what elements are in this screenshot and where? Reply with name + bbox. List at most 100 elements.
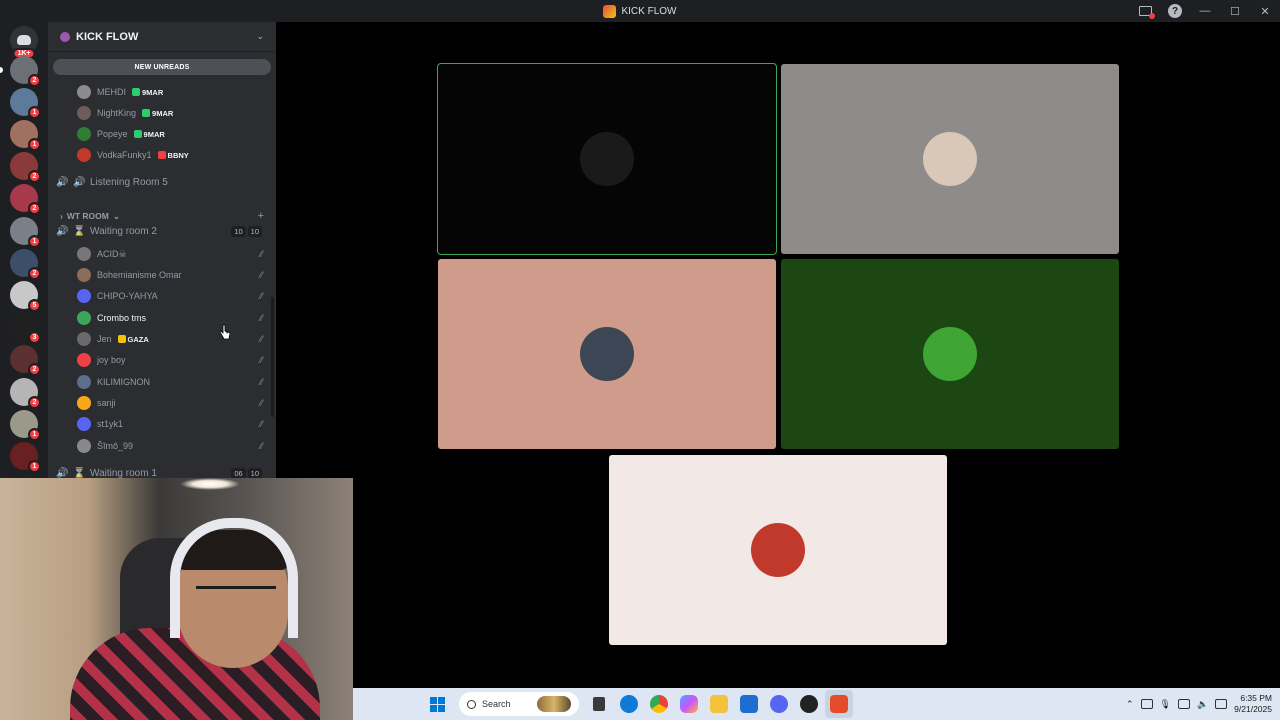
server-icon[interactable]: 2 [10,56,41,87]
speaker-icon: 🔊 [56,225,69,237]
chevron-down-icon: ⌄ [112,210,120,221]
avatar [77,106,91,120]
search-highlight-icon [537,696,571,712]
voice-user[interactable]: Bohemianisme Omar ⁄⁄ [77,265,267,285]
glasses [196,586,276,600]
voice-user[interactable]: MEHDI 9MAR [77,82,267,102]
server-icon[interactable]: 1 [10,120,41,151]
voice-user[interactable]: st1yk1 ⁄⁄ [77,414,267,434]
taskbar-app-copilot-icon[interactable] [675,690,703,718]
participant-tile[interactable] [437,63,777,255]
ceiling-light [180,478,240,490]
maximize-button[interactable]: ☐ [1220,0,1250,22]
server-icon[interactable]: 1 [10,88,41,119]
help-icon[interactable]: ? [1160,0,1190,22]
network-icon[interactable] [1177,699,1190,709]
sidebar-scrollbar[interactable] [271,297,274,417]
channel-waiting-room-2[interactable]: 🔊 ⌛ Waiting room 2 10 10 [56,221,268,241]
voice-user[interactable]: Šĩmô_99 ⁄⁄ [77,436,267,456]
taskbar-app-discord-icon[interactable] [765,690,793,718]
username: VodkaFunky1 [97,150,152,160]
new-unreads-pill[interactable]: NEW UNREADS [53,59,271,75]
taskbar-app-explorer-icon[interactable] [705,690,733,718]
username: Šĩmô_99 [97,441,134,451]
taskbar-app-file-icon[interactable] [585,690,613,718]
server-mention-badge: 5 [28,299,41,312]
taskbar-search[interactable]: Search [459,692,579,716]
voice-user[interactable]: KILIMIGNON ⁄⁄ [77,372,267,392]
server-mention-badge: 1 [28,460,41,473]
start-button[interactable] [423,690,451,718]
discord-logo-icon [17,35,31,45]
participant-tile[interactable] [781,64,1119,254]
onedrive-icon[interactable] [1140,699,1153,709]
system-tray: ⌃ 🎙 🔈 6:35 PM 9/21/2025 [1126,693,1280,715]
taskbar-app-chrome-icon[interactable] [645,690,673,718]
clock-date: 9/21/2025 [1234,704,1272,714]
webcam-overlay [0,478,353,720]
headset-icon [170,518,298,638]
username: st1yk1 [97,419,124,429]
chevron-up-icon[interactable]: ⌃ [1126,699,1134,710]
taskbar-app-store-icon[interactable] [735,690,763,718]
voice-user[interactable]: Popeye 9MAR [77,124,267,144]
voice-user[interactable]: Jen GAZA ⁄⁄ [77,329,267,349]
minimize-button[interactable]: — [1190,0,1220,22]
guild-tag: GAZA [117,335,149,344]
avatar [77,332,91,346]
tag-badge-icon [132,88,140,96]
voice-user[interactable]: Crombo tms ⁄⁄ [77,308,267,328]
taskbar-app-edge-icon[interactable] [615,690,643,718]
server-icon[interactable]: 1 [10,217,41,248]
guild-header[interactable]: KICK FLOW ⌄ [48,22,276,52]
voice-user[interactable]: joy boy ⁄⁄ [77,350,267,370]
close-button[interactable]: ✕ [1250,0,1280,22]
server-icon[interactable]: 2 [10,184,41,215]
taskbar-app-kickflow-icon[interactable] [825,690,853,718]
server-icon[interactable]: 3 [10,313,41,344]
server-mention-badge: 2 [28,202,41,215]
server-icon[interactable]: 2 [10,378,41,409]
participant-tile[interactable] [781,259,1119,449]
avatar [77,439,91,453]
server-icon[interactable]: 5 [10,281,41,312]
window-title: KICK FLOW [603,4,677,18]
username: NightKing [97,108,137,118]
chevron-down-icon[interactable]: ⌄ [256,31,264,42]
server-mention-badge: 2 [28,363,41,376]
username: KILIMIGNON [97,377,151,387]
guild-tag: 9MAR [142,109,173,118]
microphone-icon[interactable]: 🎙 [1160,699,1171,710]
avatar [77,396,91,410]
guild-tag: 9MAR [132,88,163,97]
clock[interactable]: 6:35 PM 9/21/2025 [1234,693,1272,715]
battery-icon[interactable] [1215,699,1228,709]
deafened-icon: ⁄⁄ [259,313,263,323]
voice-user[interactable]: NightKing 9MAR [77,103,267,123]
speaker-icon: 🔊 [73,176,86,188]
server-icon[interactable]: 2 [10,345,41,376]
server-mention-badge: 3 [28,331,41,344]
participant-tile[interactable] [438,259,776,449]
voice-user[interactable]: CHIPO-YAHYA ⁄⁄ [77,286,267,306]
voice-user[interactable]: VodkaFunky1 BBNY [77,145,267,165]
server-icon[interactable]: 1 [10,442,41,473]
server-icon[interactable]: 2 [10,152,41,183]
participant-tile[interactable] [609,455,947,645]
participant-avatar [923,327,977,381]
server-icon[interactable]: 2 [10,249,41,280]
user-limit-badge: 06 10 [231,467,262,479]
taskbar-app-obs-icon[interactable] [795,690,823,718]
voice-user[interactable]: ACID☠ ⁄⁄ [77,244,267,264]
home-button[interactable]: 1K+ [10,26,38,59]
voice-user[interactable]: sanji ⁄⁄ [77,393,267,413]
server-mention-badge: 2 [28,396,41,409]
tag-badge-icon [157,151,166,159]
guild-name: KICK FLOW [76,30,139,43]
screen-share-icon[interactable] [1130,0,1160,22]
participant-avatar [751,523,805,577]
chevron-right-icon: › [60,211,63,221]
volume-icon[interactable]: 🔈 [1197,699,1208,710]
channel-listening-room-5[interactable]: 🔊 🔊 Listening Room 5 [56,172,268,192]
server-icon[interactable]: 1 [10,410,41,441]
